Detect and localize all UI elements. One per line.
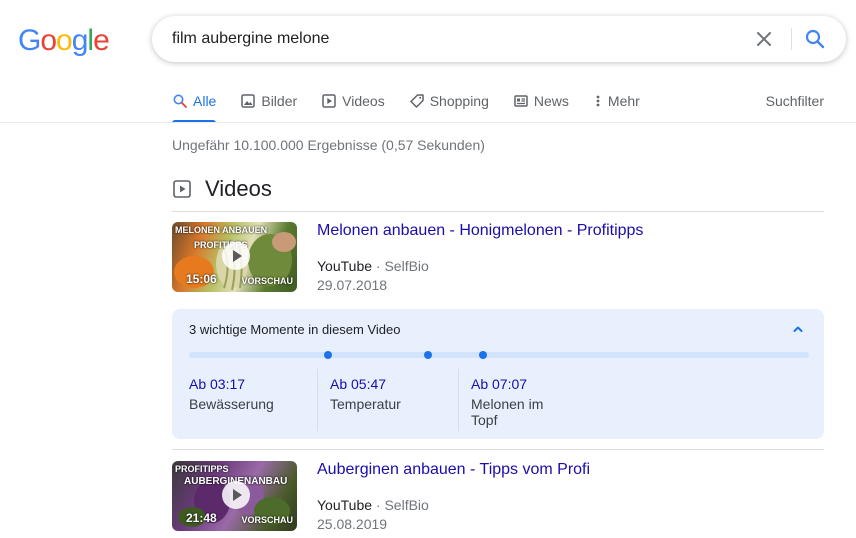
moment-label: Temperatur <box>330 396 401 412</box>
search-button[interactable] <box>803 27 827 51</box>
tab-news[interactable]: News <box>513 88 569 114</box>
video-result: MELONEN ANBAUEN PROFITIPPS 15:06 VORSCHA… <box>172 222 824 297</box>
source-separator: · <box>375 497 381 513</box>
tab-label: Shopping <box>429 93 489 109</box>
video-source: YouTube · SelfBio <box>317 258 429 274</box>
video-result: PROFITIPPS AUBERGINENANBAU 21:48 VORSCHA… <box>172 461 824 536</box>
video-icon <box>322 94 336 108</box>
logo-letter: o <box>40 24 57 57</box>
key-moments-panel: 3 wichtige Momente in diesem Video Ab 03… <box>172 309 824 439</box>
moment-time: Ab 03:17 <box>189 376 246 392</box>
google-logo[interactable]: Google <box>18 24 110 58</box>
source-separator: · <box>375 258 381 274</box>
preview-label: VORSCHAU <box>241 276 293 286</box>
tab-label: Bilder <box>261 93 298 109</box>
video-source: YouTube · SelfBio <box>317 497 429 513</box>
tab-videos[interactable]: Videos <box>321 88 385 114</box>
video-date: 29.07.2018 <box>317 277 388 293</box>
logo-letter: G <box>18 24 41 57</box>
video-thumbnail[interactable]: MELONEN ANBAUEN PROFITIPPS 15:06 VORSCHA… <box>172 222 297 292</box>
close-icon <box>757 32 771 46</box>
timeline-marker[interactable] <box>424 351 432 359</box>
newspaper-icon <box>514 95 528 107</box>
video-title-link[interactable]: Auberginen anbauen - Tipps vom Profi <box>317 461 590 479</box>
video-channel: SelfBio <box>384 497 429 513</box>
key-moment[interactable]: Ab 03:17 Bewässerung <box>189 369 319 431</box>
thumbnail-overlay-text: MELONEN ANBAUEN <box>175 225 268 235</box>
video-channel: SelfBio <box>384 258 429 274</box>
key-moments-heading: 3 wichtige Momente in diesem Video <box>189 322 401 337</box>
more-vert-icon <box>596 95 600 107</box>
moment-time: Ab 07:07 <box>471 376 528 392</box>
result-divider <box>172 449 824 450</box>
play-icon <box>222 242 250 270</box>
image-icon <box>241 94 256 108</box>
tab-mehr[interactable]: Mehr <box>593 88 640 114</box>
search-icon <box>173 94 187 108</box>
tab-alle[interactable]: Alle <box>172 88 217 123</box>
section-title: Videos <box>205 176 272 201</box>
logo-letter: o <box>56 24 73 57</box>
tab-label: Videos <box>342 93 385 109</box>
collapse-button[interactable] <box>790 321 806 337</box>
moments-timeline <box>189 351 809 359</box>
search-tabs: Alle Bilder Videos Shopping News Mehr <box>172 88 664 123</box>
play-icon <box>222 481 250 509</box>
search-input[interactable] <box>172 16 732 62</box>
moment-label: Bewässerung <box>189 396 274 412</box>
tab-label: News <box>533 93 569 109</box>
key-moment[interactable]: Ab 05:47 Temperatur <box>317 369 447 431</box>
moment-label: Melonen im Topf <box>471 396 544 428</box>
chevron-up-icon <box>793 326 803 332</box>
video-title-link[interactable]: Melonen anbauen - Honigmelonen - Profiti… <box>317 222 643 240</box>
video-duration: 15:06 <box>186 272 217 286</box>
video-platform: YouTube <box>317 497 373 513</box>
video-date: 25.08.2019 <box>317 516 388 532</box>
video-duration: 21:48 <box>186 511 217 525</box>
search-filter-button[interactable]: Suchfilter <box>766 88 824 114</box>
tab-label: Alle <box>193 93 217 109</box>
thumbnail-overlay-text: PROFITIPPS <box>175 464 229 474</box>
section-divider <box>172 211 824 212</box>
search-icon <box>805 29 825 49</box>
result-stats: Ungefähr 10.100.000 Ergebnisse (0,57 Sek… <box>172 137 485 153</box>
tag-icon <box>409 94 424 108</box>
logo-letter: e <box>93 24 110 57</box>
tab-label: Mehr <box>607 93 640 109</box>
video-thumbnail[interactable]: PROFITIPPS AUBERGINENANBAU 21:48 VORSCHA… <box>172 461 297 531</box>
preview-label: VORSCHAU <box>241 515 293 525</box>
moment-time: Ab 05:47 <box>330 376 387 392</box>
timeline-marker[interactable] <box>324 351 332 359</box>
header-divider <box>0 122 856 123</box>
logo-letter: g <box>71 24 89 57</box>
clear-button[interactable] <box>752 27 776 51</box>
section-heading: Videos <box>172 176 272 202</box>
search-box <box>152 16 846 62</box>
tab-shopping[interactable]: Shopping <box>409 88 489 114</box>
key-moment[interactable]: Ab 07:07 Melonen im Topf <box>458 369 558 431</box>
tab-bilder[interactable]: Bilder <box>240 88 297 114</box>
timeline-marker[interactable] <box>479 351 487 359</box>
video-platform: YouTube <box>317 258 373 274</box>
search-divider <box>791 28 792 50</box>
video-icon <box>173 180 191 198</box>
